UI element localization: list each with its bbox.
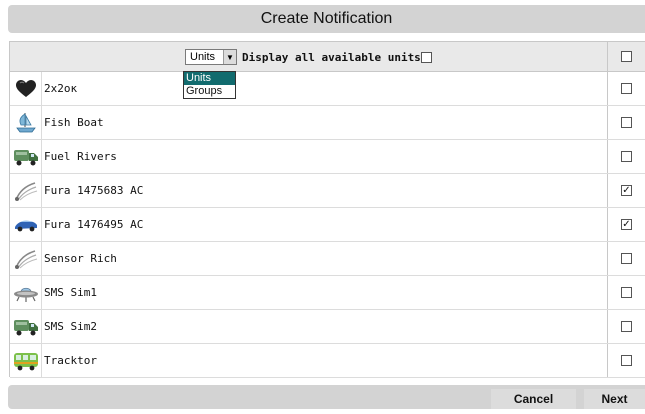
unit-icon-cell xyxy=(10,174,42,207)
unit-name: SMS Sim1 xyxy=(44,286,97,299)
unit-row[interactable]: SMS Sim2 xyxy=(10,310,645,344)
units-groups-dropdown: Units Groups xyxy=(183,71,236,99)
dialog-title: Create Notification xyxy=(260,10,393,27)
unit-checkbox[interactable] xyxy=(621,185,632,196)
unit-icon-cell xyxy=(10,276,42,309)
unit-name: Tracktor xyxy=(44,354,97,367)
car-icon xyxy=(13,216,39,234)
unit-row[interactable]: Fish Boat xyxy=(10,106,645,140)
unit-icon-cell xyxy=(10,140,42,173)
unit-name: SMS Sim2 xyxy=(44,320,97,333)
select-value: Units xyxy=(190,51,216,63)
unit-row[interactable]: 2x2ок xyxy=(10,72,645,106)
unit-checkbox[interactable] xyxy=(621,151,632,162)
unit-name: Fish Boat xyxy=(44,116,104,129)
unit-icon-cell xyxy=(10,72,42,105)
unit-checkbox[interactable] xyxy=(621,117,632,128)
unit-name: Fura 1475683 AC xyxy=(44,184,144,197)
unit-checkbox[interactable] xyxy=(621,219,632,230)
truck-icon xyxy=(13,316,39,338)
unit-icon-cell xyxy=(10,344,42,377)
unit-checkbox[interactable] xyxy=(621,253,632,264)
unit-icon-cell xyxy=(10,310,42,343)
dialog-title-bar: Create Notification xyxy=(8,5,645,33)
unit-row[interactable]: Fura 1476495 AC xyxy=(10,208,645,242)
unit-row[interactable]: SMS Sim1 xyxy=(10,276,645,310)
unit-checkbox-cell xyxy=(607,344,645,377)
option-groups[interactable]: Groups xyxy=(184,85,235,98)
satellite-icon xyxy=(13,248,39,270)
ufo-icon xyxy=(13,283,39,303)
unit-checkbox[interactable] xyxy=(621,83,632,94)
unit-name: Fura 1476495 AC xyxy=(44,218,144,231)
unit-row[interactable]: Fuel Rivers xyxy=(10,140,645,174)
unit-name: 2x2ок xyxy=(44,82,78,95)
unit-row[interactable]: Fura 1475683 AC xyxy=(10,174,645,208)
truck-icon xyxy=(13,146,39,168)
filter-controls: Units ▼ Display all available units xyxy=(185,49,432,65)
unit-icon-cell xyxy=(10,106,42,139)
units-table: Units ▼ Display all available units 2x2о… xyxy=(9,41,645,378)
boat-icon xyxy=(14,111,38,135)
table-header-row: Units ▼ Display all available units xyxy=(10,42,645,72)
unit-checkbox[interactable] xyxy=(621,321,632,332)
unit-checkbox-cell xyxy=(607,208,645,241)
cancel-button[interactable]: Cancel xyxy=(491,389,576,409)
satellite-icon xyxy=(13,180,39,202)
display-all-label: Display all available units xyxy=(242,50,421,64)
unit-checkbox-cell xyxy=(607,106,645,139)
next-button[interactable]: Next xyxy=(584,389,645,409)
heart-icon xyxy=(15,79,37,99)
unit-icon-cell xyxy=(10,242,42,275)
unit-checkbox-cell xyxy=(607,242,645,275)
units-groups-select[interactable]: Units ▼ xyxy=(185,49,237,65)
unit-checkbox-cell xyxy=(607,174,645,207)
dialog-footer: Cancel Next xyxy=(8,385,645,409)
unit-row[interactable]: Sensor Rich xyxy=(10,242,645,276)
chevron-down-icon[interactable]: ▼ xyxy=(223,50,236,64)
unit-icon-cell xyxy=(10,208,42,241)
unit-name: Sensor Rich xyxy=(44,252,117,265)
unit-name: Fuel Rivers xyxy=(44,150,117,163)
unit-checkbox[interactable] xyxy=(621,287,632,298)
select-all-checkbox[interactable] xyxy=(621,51,632,62)
unit-checkbox-cell xyxy=(607,276,645,309)
unit-checkbox[interactable] xyxy=(621,355,632,366)
unit-checkbox-cell xyxy=(607,310,645,343)
option-units[interactable]: Units xyxy=(184,72,235,85)
display-all-checkbox[interactable] xyxy=(420,51,432,63)
select-all-cell xyxy=(607,42,645,71)
bus-icon xyxy=(13,350,39,372)
unit-row[interactable]: Tracktor xyxy=(10,344,645,378)
unit-checkbox-cell xyxy=(607,72,645,105)
unit-checkbox-cell xyxy=(607,140,645,173)
